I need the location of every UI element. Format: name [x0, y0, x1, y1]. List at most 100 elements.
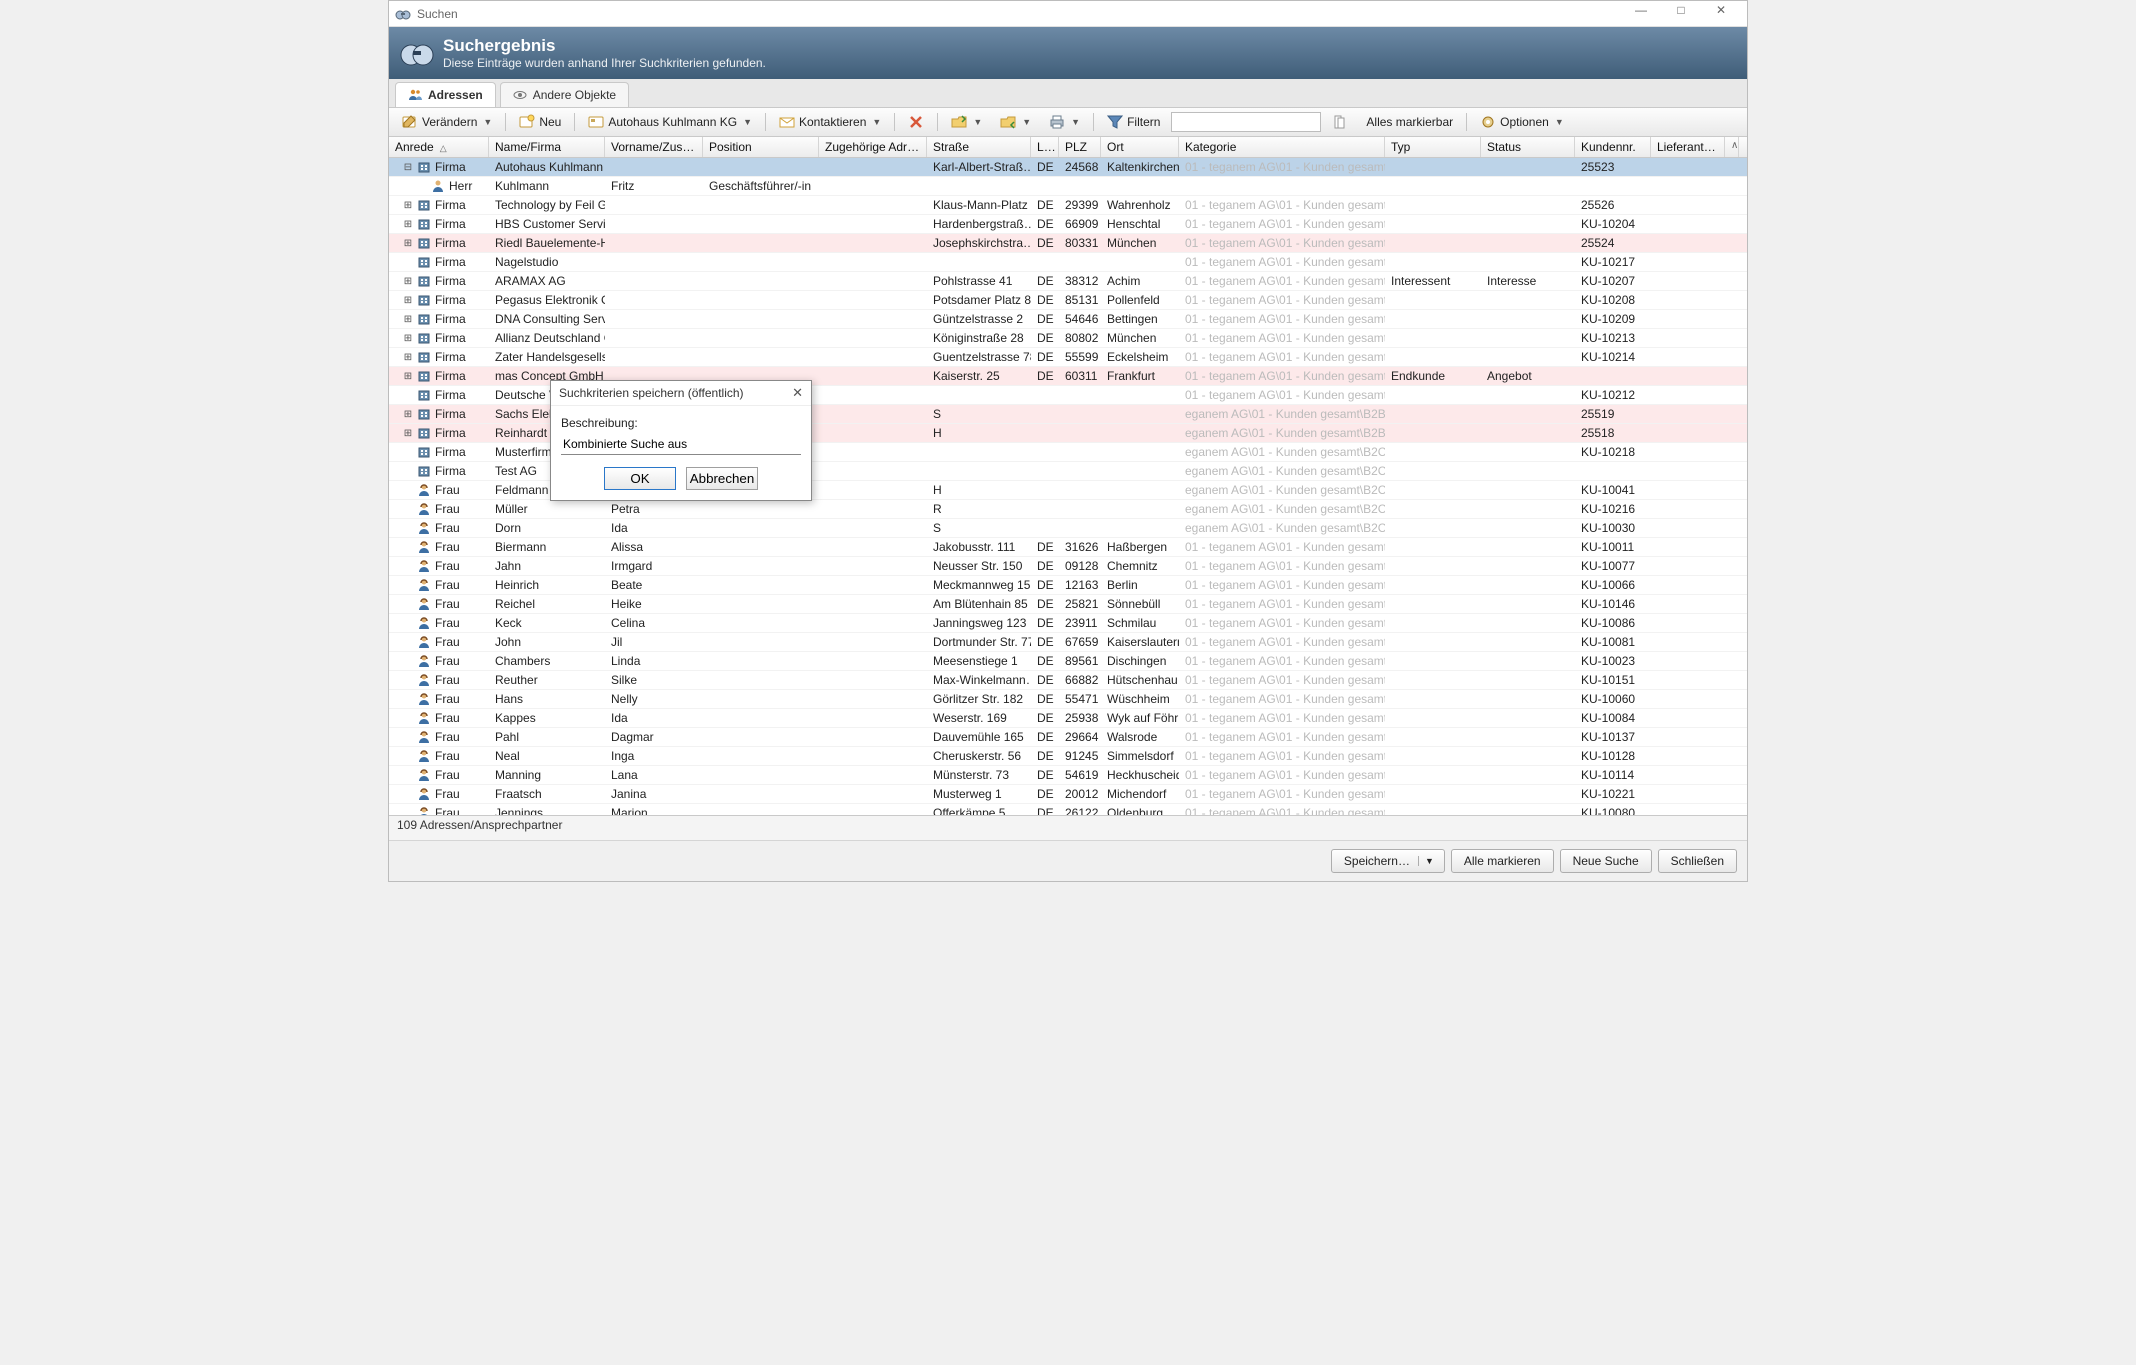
tree-toggle-icon[interactable]: ⊞ — [403, 200, 413, 211]
dialog-desc-input[interactable] — [561, 434, 801, 455]
table-row[interactable]: HerrKuhlmannFritzGeschäftsführer/-in — [389, 177, 1747, 196]
table-row[interactable]: FrauReutherSilkeMax-Winkelmann…DE66882Hü… — [389, 671, 1747, 690]
tree-toggle-icon[interactable]: ⊞ — [403, 428, 413, 439]
col-position[interactable]: Position — [703, 137, 819, 157]
cell-ku: KU-10216 — [1575, 502, 1651, 516]
tree-toggle-icon[interactable]: ⊞ — [403, 276, 413, 287]
table-row[interactable]: ⊟FirmaAutohaus Kuhlmann KGKarl-Albert-St… — [389, 158, 1747, 177]
col-anrede[interactable]: Anrede△ — [389, 137, 489, 157]
table-row[interactable]: FrauChambersLindaMeesenstiege 1DE89561Di… — [389, 652, 1747, 671]
table-row[interactable]: FrauBiermannAlissaJakobusstr. 111DE31626… — [389, 538, 1747, 557]
cell-vorname: Ida — [605, 711, 703, 725]
cell-str: Jakobusstr. 111 — [927, 540, 1031, 554]
col-land[interactable]: Land — [1031, 137, 1059, 157]
tab-adressen[interactable]: Adressen — [395, 82, 496, 107]
table-row[interactable]: ⊞FirmaARAMAX AGPohlstrasse 41DE38312Achi… — [389, 272, 1747, 291]
cell-str: Offerkämpe 5 — [927, 806, 1031, 815]
tree-toggle-icon[interactable]: ⊞ — [403, 295, 413, 306]
maximize-button[interactable]: □ — [1661, 3, 1701, 25]
tree-toggle-icon[interactable]: ⊞ — [403, 238, 413, 249]
tree-toggle-icon[interactable]: ⊞ — [403, 219, 413, 230]
cell-kat: 01 - teganem AG\01 - Kunden gesamt\B2C — [1179, 616, 1385, 630]
neue-suche-button[interactable]: Neue Suche — [1560, 849, 1652, 873]
col-kundennr[interactable]: Kundennr. — [1575, 137, 1651, 157]
table-row[interactable]: ⊞FirmaZater Handelsgesellsc…Guentzelstra… — [389, 348, 1747, 367]
export-button[interactable]: ▼ — [944, 111, 989, 133]
col-typ[interactable]: Typ — [1385, 137, 1481, 157]
filtern-button[interactable]: Filtern — [1100, 111, 1167, 133]
alles-markierbar-button[interactable]: Alles markierbar — [1359, 112, 1460, 132]
table-row[interactable]: ⊞FirmaTechnology by Feil G…Klaus-Mann-Pl… — [389, 196, 1747, 215]
table-row[interactable]: FrauJohnJilDortmunder Str. 77DE67659Kais… — [389, 633, 1747, 652]
filter-input[interactable] — [1171, 112, 1321, 132]
col-zugehorige[interactable]: Zugehörige Adresse — [819, 137, 927, 157]
optionen-button[interactable]: Optionen▼ — [1473, 111, 1571, 133]
autohaus-button[interactable]: Autohaus Kuhlmann KG▼ — [581, 111, 759, 133]
table-row[interactable]: FrauJahnIrmgardNeusser Str. 150DE09128Ch… — [389, 557, 1747, 576]
cell-kat: 01 - teganem AG\01 - Kunden gesamt\B2C — [1179, 692, 1385, 706]
col-ort[interactable]: Ort — [1101, 137, 1179, 157]
speichern-caret-icon[interactable]: ▼ — [1418, 856, 1440, 866]
table-row[interactable]: FrauDornIdaSeganem AG\01 - Kunden gesamt… — [389, 519, 1747, 538]
cell-name: Jahn — [489, 559, 605, 573]
table-row[interactable]: ⊞FirmaDNA Consulting Servi…Güntzelstrass… — [389, 310, 1747, 329]
close-window-button[interactable]: ✕ — [1701, 3, 1741, 25]
col-vorname[interactable]: Vorname/Zusatz — [605, 137, 703, 157]
col-scroll-up[interactable]: ∧ — [1725, 137, 1739, 157]
table-row[interactable]: ⊞FirmaPegasus Elektronik G…Potsdamer Pla… — [389, 291, 1747, 310]
table-row[interactable]: ⊞FirmaHBS Customer Servic…Hardenbergstra… — [389, 215, 1747, 234]
table-row[interactable]: FrauKappesIdaWeserstr. 169DE25938Wyk auf… — [389, 709, 1747, 728]
grid-header[interactable]: Anrede△ Name/Firma Vorname/Zusatz Positi… — [389, 137, 1747, 158]
doc-icon — [1332, 114, 1348, 130]
person-icon — [417, 635, 431, 649]
table-row[interactable]: FrauHeinrichBeateMeckmannweg 157DE12163B… — [389, 576, 1747, 595]
table-row[interactable]: FrauManningLanaMünsterstr. 73DE54619Heck… — [389, 766, 1747, 785]
tree-toggle-icon[interactable]: ⊞ — [403, 333, 413, 344]
cell-kat: 01 - teganem AG\01 - Kunden gesamt\B2B — [1179, 312, 1385, 326]
tab-andere-objekte[interactable]: Andere Objekte — [500, 82, 629, 107]
kontaktieren-label: Kontaktieren — [799, 115, 866, 129]
neu-button[interactable]: Neu — [512, 111, 568, 133]
speichern-button[interactable]: Speichern… ▼ — [1331, 849, 1445, 873]
print-button[interactable]: ▼ — [1042, 111, 1087, 133]
schliessen-button[interactable]: Schließen — [1658, 849, 1737, 873]
kontaktieren-button[interactable]: Kontaktieren▼ — [772, 111, 888, 133]
table-row[interactable]: FrauJenningsMarionOfferkämpe 5DE26122Old… — [389, 804, 1747, 815]
dialog-cancel-button[interactable]: Abbrechen — [686, 467, 758, 490]
tree-toggle-icon[interactable]: ⊟ — [403, 162, 413, 173]
col-name[interactable]: Name/Firma — [489, 137, 605, 157]
col-lieferanten[interactable]: Lieferantennr. — [1651, 137, 1725, 157]
table-row[interactable]: FrauHansNellyGörlitzer Str. 182DE55471Wü… — [389, 690, 1747, 709]
cell-land: DE — [1031, 369, 1059, 383]
cell-ku: KU-10146 — [1575, 597, 1651, 611]
table-row[interactable]: FrauMüllerPetraReganem AG\01 - Kunden ge… — [389, 500, 1747, 519]
verandern-button[interactable]: Verändern▼ — [395, 111, 499, 133]
table-row[interactable]: FrauNealIngaCheruskerstr. 56DE91245Simme… — [389, 747, 1747, 766]
import-button[interactable]: ▼ — [993, 111, 1038, 133]
cell-str: Münsterstr. 73 — [927, 768, 1031, 782]
doc-button[interactable] — [1325, 111, 1355, 133]
col-kategorie[interactable]: Kategorie — [1179, 137, 1385, 157]
dialog-ok-button[interactable]: OK — [604, 467, 676, 490]
table-row[interactable]: FrauReichelHeikeAm Blütenhain 85DE25821S… — [389, 595, 1747, 614]
delete-button[interactable] — [901, 111, 931, 133]
table-row[interactable]: ⊞FirmaAllianz Deutschland G…Königinstraß… — [389, 329, 1747, 348]
table-row[interactable]: FirmaNagelstudio01 - teganem AG\01 - Kun… — [389, 253, 1747, 272]
cell-ku: KU-10080 — [1575, 806, 1651, 815]
table-row[interactable]: FrauFraatschJaninaMusterweg 1DE20012Mich… — [389, 785, 1747, 804]
tree-toggle-icon[interactable]: ⊞ — [403, 409, 413, 420]
folder-out-icon — [951, 114, 967, 130]
dialog-close-icon[interactable]: ✕ — [792, 385, 803, 401]
table-row[interactable]: FrauKeckCelinaJanningsweg 123DE23911Schm… — [389, 614, 1747, 633]
col-strasse[interactable]: Straße — [927, 137, 1031, 157]
cell-ku: KU-10213 — [1575, 331, 1651, 345]
col-status[interactable]: Status — [1481, 137, 1575, 157]
table-row[interactable]: ⊞FirmaRiedl Bauelemente-H…Josephskirchst… — [389, 234, 1747, 253]
col-plz[interactable]: PLZ — [1059, 137, 1101, 157]
tree-toggle-icon[interactable]: ⊞ — [403, 314, 413, 325]
alle-markieren-button[interactable]: Alle markieren — [1451, 849, 1554, 873]
table-row[interactable]: FrauPahlDagmarDauvemühle 165DE29664Walsr… — [389, 728, 1747, 747]
minimize-button[interactable]: — — [1621, 3, 1661, 25]
tree-toggle-icon[interactable]: ⊞ — [403, 371, 413, 382]
tree-toggle-icon[interactable]: ⊞ — [403, 352, 413, 363]
